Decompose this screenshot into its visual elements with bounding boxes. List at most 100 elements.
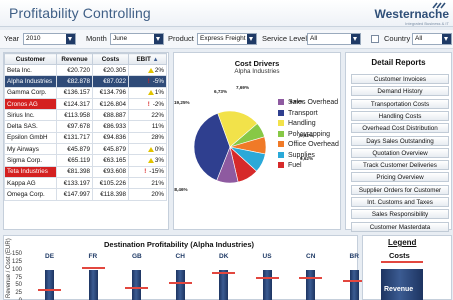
revenue-bar-ch[interactable] — [175, 270, 185, 300]
year-select[interactable]: 2010 — [23, 33, 76, 45]
pie-slice-label: 7,69% — [236, 85, 249, 90]
revenue-bar-dk[interactable] — [219, 270, 228, 300]
ebit-value: 0% — [154, 145, 164, 153]
col-header-customer[interactable]: Customer — [4, 53, 57, 65]
table-row[interactable]: Omega Corp. €147.997 €118.398 20% — [4, 188, 167, 201]
revenue-bar-br[interactable] — [349, 270, 359, 300]
report-button-days-sales-outstanding[interactable]: Days Sales Outstanding — [351, 135, 449, 146]
service-level-value: All — [310, 35, 318, 42]
legend-revenue-label: Revenue — [384, 286, 414, 293]
cell-costs: €134.796 — [92, 86, 129, 99]
ebit-value: 28% — [151, 134, 164, 142]
table-header-row: Customer Revenue Costs EBIT ▲ — [4, 53, 167, 65]
country-value: All — [415, 35, 423, 42]
cost-marker-dk[interactable] — [212, 271, 235, 274]
table-row[interactable]: Delta SAS. €97.678 €86.933 11% — [4, 120, 167, 133]
country-select[interactable]: All — [412, 33, 452, 45]
table-row[interactable]: Sigma Corp. €65.119 €63.165 3% — [4, 154, 167, 167]
revenue-bar-de[interactable] — [45, 270, 54, 300]
legend-costs-line — [381, 261, 423, 263]
report-button-pricing-overview[interactable]: Pricing Overview — [351, 172, 449, 183]
report-button-overhead-cost-distribution[interactable]: Overhead Cost Distribution — [351, 123, 449, 134]
cost-marker-de[interactable] — [38, 289, 61, 292]
cost-marker-gb[interactable] — [125, 286, 148, 289]
cell-ebit: 3% — [128, 154, 167, 167]
table-row[interactable]: My Airways €45.879 €45.879 0% — [4, 143, 167, 156]
cost-marker-ch[interactable] — [168, 282, 192, 285]
report-button-sales-responsibility[interactable]: Sales Responsibility — [351, 209, 449, 220]
cost-marker-us[interactable] — [255, 277, 279, 279]
revenue-bar-us[interactable] — [262, 270, 272, 300]
destination-chart-title: Destination Profitability (Alpha Industr… — [103, 240, 254, 249]
warning-triangle-icon — [147, 146, 155, 153]
app-window: Profitability Controlling Westernache In… — [0, 0, 453, 300]
report-button-int-customs-and-taxes[interactable]: Int. Customs and Taxes — [351, 197, 449, 207]
legend-item: Handling — [278, 120, 316, 127]
legend-swatch — [278, 99, 284, 106]
cell-costs: €86.933 — [92, 120, 129, 133]
product-select[interactable]: Express Freight — [197, 33, 257, 45]
cost-drivers-title: Cost Drivers — [234, 59, 280, 68]
country-label-br: BR — [349, 253, 359, 260]
revenue-bar-cn[interactable] — [306, 270, 315, 300]
destination-profitability-panel: Destination Profitability (Alpha Industr… — [3, 235, 366, 300]
filter-bar: Year 2010 Month June Product Express Fre… — [0, 30, 453, 49]
col-header-revenue[interactable]: Revenue — [56, 53, 93, 65]
report-button-supplier-orders-for-customer[interactable]: Supplier Orders for Customer — [351, 184, 449, 195]
col-header-costs[interactable]: Costs — [92, 53, 129, 65]
pie-slice-label: 38,46% — [174, 187, 188, 192]
legend-label: Office Overhead — [288, 141, 339, 148]
ebit-value: -15% — [149, 168, 164, 176]
cost-marker-cn[interactable] — [299, 277, 322, 280]
y-tick-label: 50 — [15, 282, 22, 289]
cell-revenue: €81.398 — [56, 165, 93, 178]
report-button-customer-invoices[interactable]: Customer Invoices — [351, 74, 449, 84]
table-row[interactable]: Sirius Inc. €113.958 €88.887 22% — [4, 109, 167, 122]
service-level-select[interactable]: All — [307, 33, 361, 45]
cell-costs: €105.226 — [92, 176, 129, 190]
legend-label: Fuel — [288, 162, 302, 169]
cell-ebit: 21% — [128, 176, 167, 190]
cell-customer: Kappa AG — [4, 176, 57, 190]
report-button-quotation-overview[interactable]: Quotation Overview — [351, 147, 449, 158]
report-button-customer-masterdata[interactable]: Customer Masterdata — [351, 221, 449, 232]
detail-reports-panel: Detail Reports Customer Invoices Demand H… — [345, 52, 452, 232]
cell-ebit: 2% — [128, 63, 167, 77]
report-button-handling-costs[interactable]: Handling Costs — [351, 110, 449, 121]
table-row[interactable]: Teta Industries €81.398 €93.608! -15% — [4, 165, 167, 178]
cell-ebit: 22% — [128, 109, 167, 122]
cell-revenue: €45.879 — [56, 143, 93, 156]
customer-table-panel: Customer Revenue Costs EBIT ▲ Beta Inc. €… — [3, 52, 169, 230]
y-tick-label: 125 — [11, 258, 22, 265]
month-select[interactable]: June — [110, 33, 164, 45]
warning-triangle-icon — [147, 90, 155, 96]
report-button-transportation-costs[interactable]: Transportation Costs — [351, 98, 449, 109]
col-header-ebit-label: EBIT — [136, 55, 151, 63]
revenue-bar-gb[interactable] — [132, 270, 141, 300]
table-row[interactable]: Cronos AG €124.317 €126.804! -2% — [4, 97, 167, 111]
country-label-ch: CH — [175, 253, 185, 260]
customer-table: Customer Revenue Costs EBIT ▲ Beta Inc. €… — [4, 53, 167, 201]
table-row[interactable]: Alpha Industries €82.878 €87.022! -5% — [4, 75, 167, 88]
cell-revenue: €97.678 — [56, 120, 93, 133]
col-header-ebit[interactable]: EBIT ▲ — [128, 53, 167, 65]
company-logo: Westernache Integrated Business & IT — [359, 2, 451, 26]
table-row[interactable]: Beta Inc. €20.720 €20.305 2% — [4, 63, 167, 77]
cost-drivers-subtitle: Alpha Industries — [234, 68, 280, 75]
country-label-gb: GB — [132, 253, 142, 260]
pie-slice-label: 6,73% — [214, 89, 227, 94]
cell-costs: €88.887 — [92, 109, 129, 122]
sort-arrow-icon: ▲ — [152, 56, 159, 63]
cost-marker-fr[interactable] — [81, 267, 105, 270]
country-checkbox[interactable] — [371, 35, 379, 43]
cell-ebit: 1% — [128, 86, 167, 99]
table-row[interactable]: Kappa AG €133.197 €105.226 21% — [4, 176, 167, 190]
table-row[interactable]: Epsilon GmbH €131.717 €94.836 28% — [4, 131, 167, 145]
revenue-bar-fr[interactable] — [88, 270, 98, 300]
cell-ebit: ! -2% — [128, 97, 167, 111]
report-button-track-customer-deliveries[interactable]: Track Customer Deliveries — [351, 160, 449, 171]
cell-costs: €118.398 — [92, 188, 129, 201]
table-row[interactable]: Gamma Corp. €136.157 €134.796 1% — [4, 86, 167, 99]
report-button-demand-history[interactable]: Demand History — [351, 86, 449, 97]
cell-customer: Cronos AG — [4, 97, 57, 111]
